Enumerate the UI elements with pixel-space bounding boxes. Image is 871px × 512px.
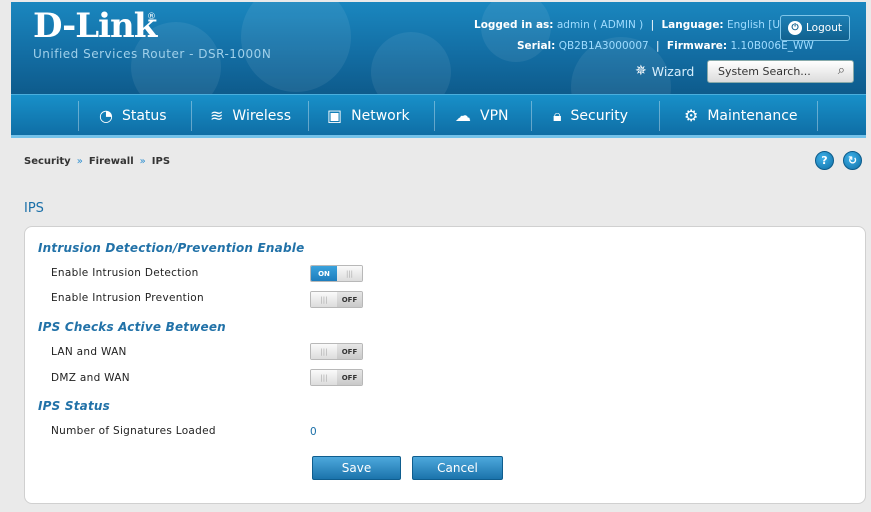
wizard-label: Wizard — [651, 63, 695, 79]
device-info: Serial: QB2B1A3000007 | Firmware: 1.10B0… — [517, 40, 814, 52]
firmware-label: Firmware: — [666, 40, 728, 52]
nav-security[interactable]: 🔒︎ Security — [553, 95, 628, 136]
dlink-logo: D-Link — [33, 6, 157, 46]
toggle-off-text: OFF — [337, 344, 362, 359]
firmware-value: 1.10B006E_WW — [730, 40, 814, 52]
toggle-knob: ||| — [337, 266, 362, 281]
dmz-wan-label: DMZ and WAN — [51, 372, 130, 384]
lan-wan-label: LAN and WAN — [51, 346, 127, 358]
breadcrumb: Security » Firewall » IPS — [24, 156, 170, 167]
toggle-off-text: OFF — [337, 370, 362, 385]
padlock-icon: 🔒︎ — [553, 105, 562, 125]
toggle-on-text: ON — [311, 266, 337, 281]
separator: | — [650, 19, 655, 31]
power-icon: ⏻ — [788, 21, 803, 35]
logout-label: Logout — [806, 22, 842, 34]
help-icon[interactable]: ? — [815, 151, 834, 170]
page-title: IPS — [24, 201, 44, 216]
enable-prevention-toggle[interactable]: ||| OFF — [310, 291, 363, 308]
wizard-link[interactable]: ✵ Wizard — [635, 63, 694, 79]
nav-status[interactable]: ◔ Status — [99, 95, 167, 136]
nav-label: Wireless — [232, 107, 291, 124]
breadcrumb-security[interactable]: Security — [24, 156, 71, 167]
serial-value: QB2B1A3000007 — [558, 40, 649, 52]
separator: | — [656, 40, 660, 52]
breadcrumb-separator: » — [139, 156, 146, 167]
nav-divider — [531, 101, 532, 131]
language-label: Language: — [661, 19, 724, 31]
nav-divider — [817, 101, 818, 131]
product-subtitle: Unified Services Router - DSR-1000N — [33, 47, 272, 61]
section-detection-prevention-title: Intrusion Detection/Prevention Enable — [38, 241, 305, 255]
enable-detection-toggle[interactable]: ON ||| — [310, 265, 363, 282]
wifi-icon: ≋ — [210, 106, 224, 125]
nav-network[interactable]: ▣ Network — [327, 95, 410, 136]
save-button[interactable]: Save — [312, 456, 401, 480]
nav-vpn[interactable]: ☁ VPN — [455, 95, 509, 136]
gauge-icon: ◔ — [99, 106, 113, 125]
section-checks-title: IPS Checks Active Between — [38, 320, 226, 334]
breadcrumb-ips: IPS — [151, 156, 171, 167]
cloud-lock-icon: ☁ — [455, 106, 471, 125]
nav-divider — [78, 101, 79, 131]
signatures-value: 0 — [310, 426, 317, 438]
monitor-icon: ▣ — [327, 106, 343, 125]
cancel-button[interactable]: Cancel — [412, 456, 503, 480]
lan-wan-toggle[interactable]: ||| OFF — [310, 343, 363, 360]
search-placeholder: System Search... — [718, 65, 811, 78]
nav-label: Security — [570, 107, 629, 124]
breadcrumb-separator: » — [76, 156, 83, 167]
main-nav: ◔ Status ≋ Wireless ▣ Network ☁ VPN 🔒︎ S… — [11, 94, 866, 138]
login-info: Logged in as: admin ( ADMIN ) | Language… — [474, 19, 791, 31]
nav-label: Network — [351, 107, 410, 124]
registered-mark: ® — [147, 12, 156, 22]
gears-icon: ⚙ — [684, 106, 699, 125]
breadcrumb-firewall[interactable]: Firewall — [89, 156, 134, 167]
toggle-off-text: OFF — [337, 292, 362, 307]
dmz-wan-toggle[interactable]: ||| OFF — [310, 369, 363, 386]
nav-label: VPN — [480, 107, 509, 124]
nav-maintenance[interactable]: ⚙ Maintenance — [684, 95, 798, 136]
toggle-knob: ||| — [311, 292, 337, 307]
nav-divider — [308, 101, 309, 131]
toggle-knob: ||| — [311, 344, 337, 359]
nav-divider — [191, 101, 192, 131]
section-status-title: IPS Status — [38, 399, 110, 413]
header-banner: D-Link ® Unified Services Router - DSR-1… — [11, 2, 866, 94]
system-search-input[interactable]: System Search... ⌕ — [707, 60, 854, 83]
nav-label: Status — [121, 107, 167, 124]
refresh-icon[interactable]: ↻ — [843, 151, 862, 170]
logout-button[interactable]: ⏻ Logout — [780, 15, 850, 41]
wand-icon: ✵ — [635, 63, 647, 79]
search-icon[interactable]: ⌕ — [838, 63, 845, 78]
enable-prevention-label: Enable Intrusion Prevention — [51, 292, 204, 304]
nav-label: Maintenance — [707, 107, 798, 124]
serial-label: Serial: — [517, 40, 556, 52]
nav-wireless[interactable]: ≋ Wireless — [210, 95, 291, 136]
nav-divider — [659, 101, 660, 131]
signatures-label: Number of Signatures Loaded — [51, 425, 216, 437]
logged-in-label: Logged in as: — [474, 19, 554, 31]
logged-in-user: admin ( ADMIN ) — [556, 19, 644, 31]
toggle-knob: ||| — [311, 370, 337, 385]
nav-divider — [434, 101, 435, 131]
enable-detection-label: Enable Intrusion Detection — [51, 267, 199, 279]
